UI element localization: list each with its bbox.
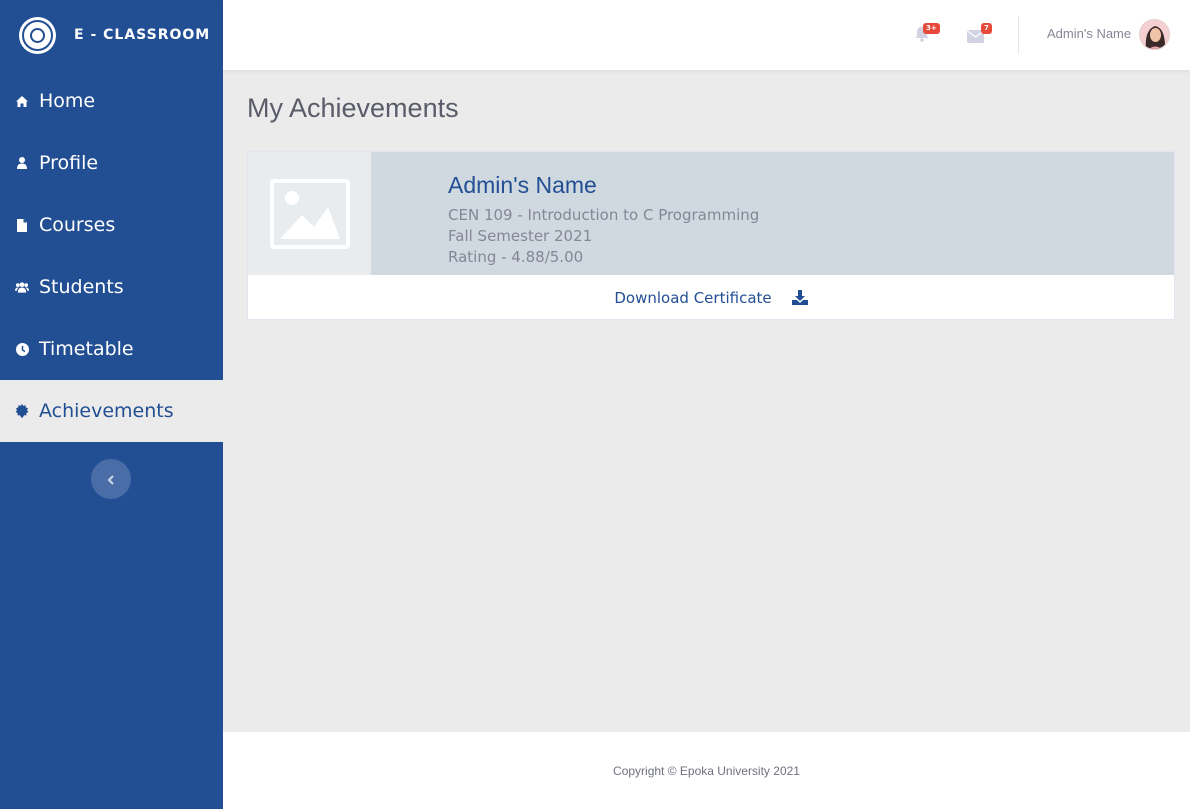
alerts-button[interactable]: 3+ — [915, 23, 940, 44]
download-certificate-link[interactable]: Download Certificate — [248, 275, 1174, 320]
clock-icon — [15, 342, 29, 356]
sidebar: E - CLASSROOM Home Profile Courses Stude… — [0, 0, 223, 809]
home-icon — [15, 94, 29, 108]
chevron-left-icon — [107, 470, 115, 489]
brand-name: E - CLASSROOM — [74, 27, 211, 43]
university-seal-icon — [19, 16, 56, 54]
sidebar-item-label: Home — [39, 90, 96, 112]
user-name[interactable]: Admin's Name — [1047, 26, 1131, 41]
alerts-badge: 3+ — [923, 23, 940, 34]
sidebar-item-label: Achievements — [39, 400, 174, 422]
topbar: 3+ 7 Admin's Name — [223, 0, 1190, 70]
page-title: My Achievements — [247, 93, 459, 123]
sidebar-item-profile[interactable]: Profile — [0, 132, 223, 194]
achievement-rating: Rating - 4.88/5.00 — [448, 248, 584, 266]
download-icon — [791, 289, 808, 306]
sidebar-item-home[interactable]: Home — [0, 70, 223, 132]
sidebar-item-label: Timetable — [39, 338, 134, 360]
achievement-info: Admin's Name CEN 109 - Introduction to C… — [371, 152, 1174, 275]
certificate-icon — [15, 404, 29, 418]
sidebar-item-label: Students — [39, 276, 124, 298]
image-placeholder-icon — [248, 152, 371, 275]
user-icon — [15, 156, 29, 170]
messages-badge: 7 — [981, 23, 992, 34]
achievement-card: Admin's Name CEN 109 - Introduction to C… — [247, 151, 1175, 320]
achievement-name: Admin's Name — [448, 172, 597, 198]
sidebar-toggle-button[interactable] — [91, 459, 131, 499]
sidebar-item-courses[interactable]: Courses — [0, 194, 223, 256]
messages-button[interactable]: 7 — [967, 23, 992, 46]
topbar-divider — [1018, 16, 1019, 54]
sidebar-item-label: Profile — [39, 152, 99, 174]
sidebar-item-achievements[interactable]: Achievements — [0, 380, 223, 442]
achievement-semester: Fall Semester 2021 — [448, 227, 593, 245]
download-certificate-label: Download Certificate — [614, 288, 772, 307]
avatar[interactable] — [1139, 19, 1170, 50]
sidebar-item-label: Courses — [39, 214, 116, 236]
copyright-text: Copyright © Epoka University 2021 — [613, 763, 800, 778]
achievement-course: CEN 109 - Introduction to C Programming — [448, 206, 760, 224]
sidebar-item-students[interactable]: Students — [0, 256, 223, 318]
sidebar-item-timetable[interactable]: Timetable — [0, 318, 223, 380]
brand[interactable]: E - CLASSROOM — [0, 0, 223, 70]
users-icon — [15, 280, 29, 294]
file-icon — [15, 218, 29, 232]
footer: Copyright © Epoka University 2021 — [223, 732, 1190, 809]
